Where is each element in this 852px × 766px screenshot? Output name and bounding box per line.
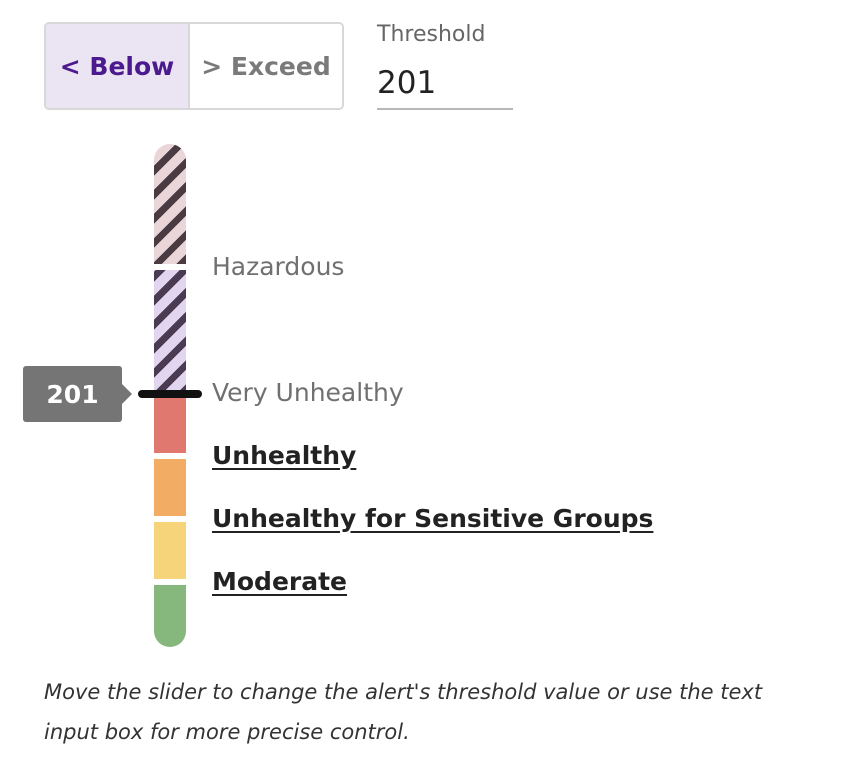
scale-segment-very-unhealthy — [154, 270, 186, 394]
scale-segment-good — [154, 585, 186, 647]
scale-segment-hazardous — [154, 144, 186, 264]
threshold-label: Threshold — [377, 22, 486, 47]
category-label-hazardous: Hazardous — [212, 252, 345, 281]
category-link-unhealthy[interactable]: Unhealthy — [212, 441, 356, 470]
category-label-very-unhealthy: Very Unhealthy — [212, 378, 404, 407]
scale-segment-unhealthy — [154, 394, 186, 453]
slider-value-tooltip: 201 — [23, 366, 122, 422]
below-option-button[interactable]: < Below — [46, 24, 190, 108]
tooltip-arrow — [122, 384, 132, 404]
scale-segment-moderate — [154, 522, 186, 579]
exceed-option-button[interactable]: > Exceed — [190, 24, 342, 108]
slider-handle[interactable] — [138, 390, 202, 398]
category-link-sensitive-groups[interactable]: Unhealthy for Sensitive Groups — [212, 504, 653, 533]
scale-segment-sensitive-groups — [154, 459, 186, 516]
threshold-input[interactable] — [377, 58, 513, 110]
help-text: Move the slider to change the alert's th… — [44, 680, 763, 744]
direction-toggle: < Below > Exceed — [44, 22, 344, 110]
category-link-moderate[interactable]: Moderate — [212, 567, 347, 596]
